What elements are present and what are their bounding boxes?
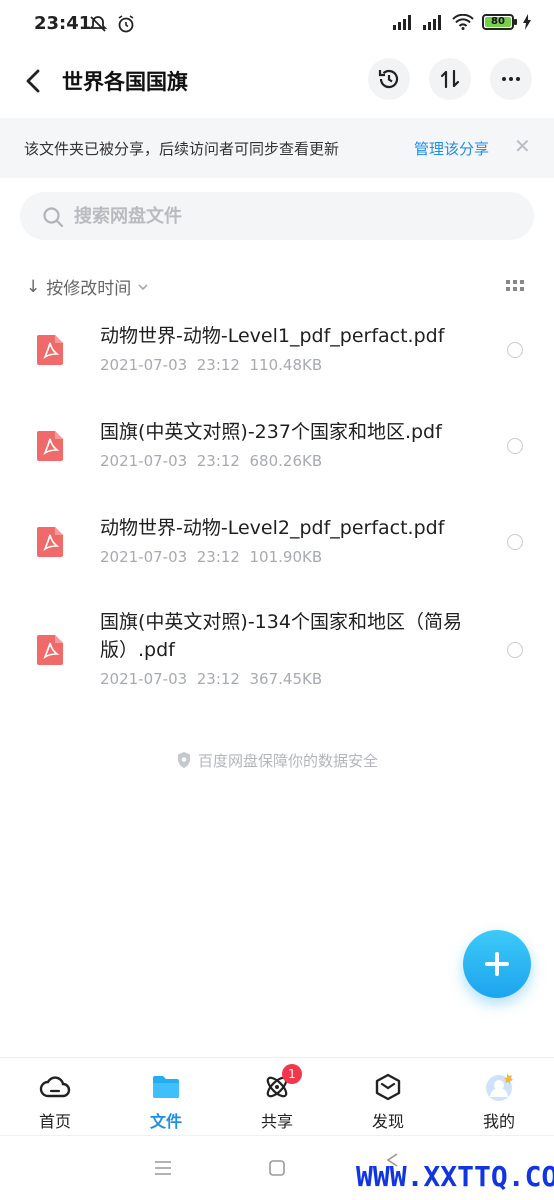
nav-label: 首页 bbox=[38, 1112, 71, 1131]
chevron-down-icon bbox=[138, 283, 148, 290]
file-row[interactable]: 动物世界-动物-Level1_pdf_perfact.pdf 2021-07-0… bbox=[0, 318, 554, 398]
watermark-text: WWW.XXTTQ.COM bbox=[356, 1160, 554, 1193]
share-notice: 该文件夹已被分享，后续访问者可同步查看更新 管理该分享 ✕ bbox=[0, 118, 554, 178]
wifi-icon bbox=[452, 14, 474, 30]
manage-share-link[interactable]: 管理该分享 bbox=[414, 138, 489, 159]
signal-icon bbox=[393, 15, 411, 30]
share-notice-text: 该文件夹已被分享，后续访问者可同步查看更新 bbox=[24, 140, 340, 158]
sort-dropdown[interactable]: ↓ 按修改时间 bbox=[26, 274, 149, 299]
menu-icon[interactable] bbox=[154, 1160, 172, 1176]
alarm-icon bbox=[118, 15, 134, 33]
history-button[interactable] bbox=[368, 58, 410, 100]
nav-me[interactable]: 我的 bbox=[444, 1058, 554, 1136]
page-title: 世界各国国旗 bbox=[62, 70, 188, 94]
bottom-nav: 首页 文件 1 共享 发现 我的 bbox=[0, 1057, 554, 1135]
search-icon bbox=[43, 207, 64, 228]
header: 世界各国国旗 bbox=[0, 50, 554, 114]
more-icon bbox=[502, 77, 520, 81]
select-radio[interactable] bbox=[507, 642, 523, 658]
file-name: 国旗(中英文对照)-237个国家和地区.pdf bbox=[100, 421, 442, 443]
folder-icon bbox=[153, 1076, 179, 1098]
file-meta: 2021-07-03 23:12 680.26KB bbox=[100, 452, 323, 470]
pdf-icon bbox=[37, 635, 63, 665]
status-bar: 23:41 80 bbox=[0, 0, 554, 50]
file-name: 国旗(中英文对照)-134个国家和地区（简易版）.pdf bbox=[100, 611, 462, 661]
status-time: 23:41 bbox=[34, 13, 92, 34]
sort-down-arrow-icon: ↓ bbox=[26, 276, 41, 297]
file-meta: 2021-07-03 23:12 367.45KB bbox=[100, 670, 323, 688]
nav-label: 发现 bbox=[371, 1112, 404, 1131]
nav-files[interactable]: 文件 bbox=[111, 1058, 221, 1136]
select-radio[interactable] bbox=[507, 438, 523, 454]
signal-hd-icon bbox=[423, 15, 441, 30]
file-row[interactable]: 国旗(中英文对照)-237个国家和地区.pdf 2021-07-03 23:12… bbox=[0, 414, 554, 494]
sort-button[interactable] bbox=[429, 58, 471, 100]
nav-label: 文件 bbox=[149, 1112, 182, 1131]
notification-badge: 1 bbox=[282, 1064, 302, 1084]
cloud-icon bbox=[39, 1076, 71, 1098]
pdf-icon bbox=[37, 335, 63, 365]
close-icon[interactable]: ✕ bbox=[514, 134, 531, 158]
history-icon bbox=[378, 69, 399, 89]
search-bar[interactable] bbox=[20, 192, 534, 240]
home-square-icon[interactable] bbox=[269, 1160, 285, 1176]
nav-home[interactable]: 首页 bbox=[0, 1058, 110, 1136]
back-icon[interactable] bbox=[22, 66, 46, 96]
nav-discover[interactable]: 发现 bbox=[333, 1058, 443, 1136]
battery-icon: 80 bbox=[482, 14, 517, 30]
add-button[interactable] bbox=[463, 930, 531, 998]
nav-label: 共享 bbox=[260, 1112, 293, 1131]
pdf-icon bbox=[37, 431, 63, 461]
select-radio[interactable] bbox=[507, 342, 523, 358]
file-row[interactable]: 动物世界-动物-Level2_pdf_perfact.pdf 2021-07-0… bbox=[0, 510, 554, 590]
cube-icon bbox=[375, 1073, 401, 1101]
sort-label: 按修改时间 bbox=[46, 279, 132, 299]
pdf-icon bbox=[37, 527, 63, 557]
charging-icon bbox=[523, 14, 531, 30]
mute-icon bbox=[88, 16, 108, 32]
avatar-icon bbox=[486, 1073, 513, 1101]
select-radio[interactable] bbox=[507, 534, 523, 550]
search-input[interactable] bbox=[74, 202, 494, 230]
security-note: 百度网盘保障你的数据安全 bbox=[0, 750, 554, 771]
nav-label: 我的 bbox=[482, 1112, 515, 1131]
sort-arrows-icon bbox=[440, 69, 460, 89]
file-row[interactable]: 国旗(中英文对照)-134个国家和地区（简易版）.pdf 2021-07-03 … bbox=[0, 606, 554, 706]
file-name: 动物世界-动物-Level1_pdf_perfact.pdf bbox=[100, 325, 445, 347]
more-button[interactable] bbox=[490, 58, 532, 100]
nav-share[interactable]: 1 共享 bbox=[222, 1058, 332, 1136]
file-name: 动物世界-动物-Level2_pdf_perfact.pdf bbox=[100, 517, 445, 539]
grid-view-icon[interactable] bbox=[506, 280, 524, 292]
file-meta: 2021-07-03 23:12 110.48KB bbox=[100, 356, 323, 374]
file-meta: 2021-07-03 23:12 101.90KB bbox=[100, 548, 323, 566]
shield-icon bbox=[177, 752, 190, 768]
